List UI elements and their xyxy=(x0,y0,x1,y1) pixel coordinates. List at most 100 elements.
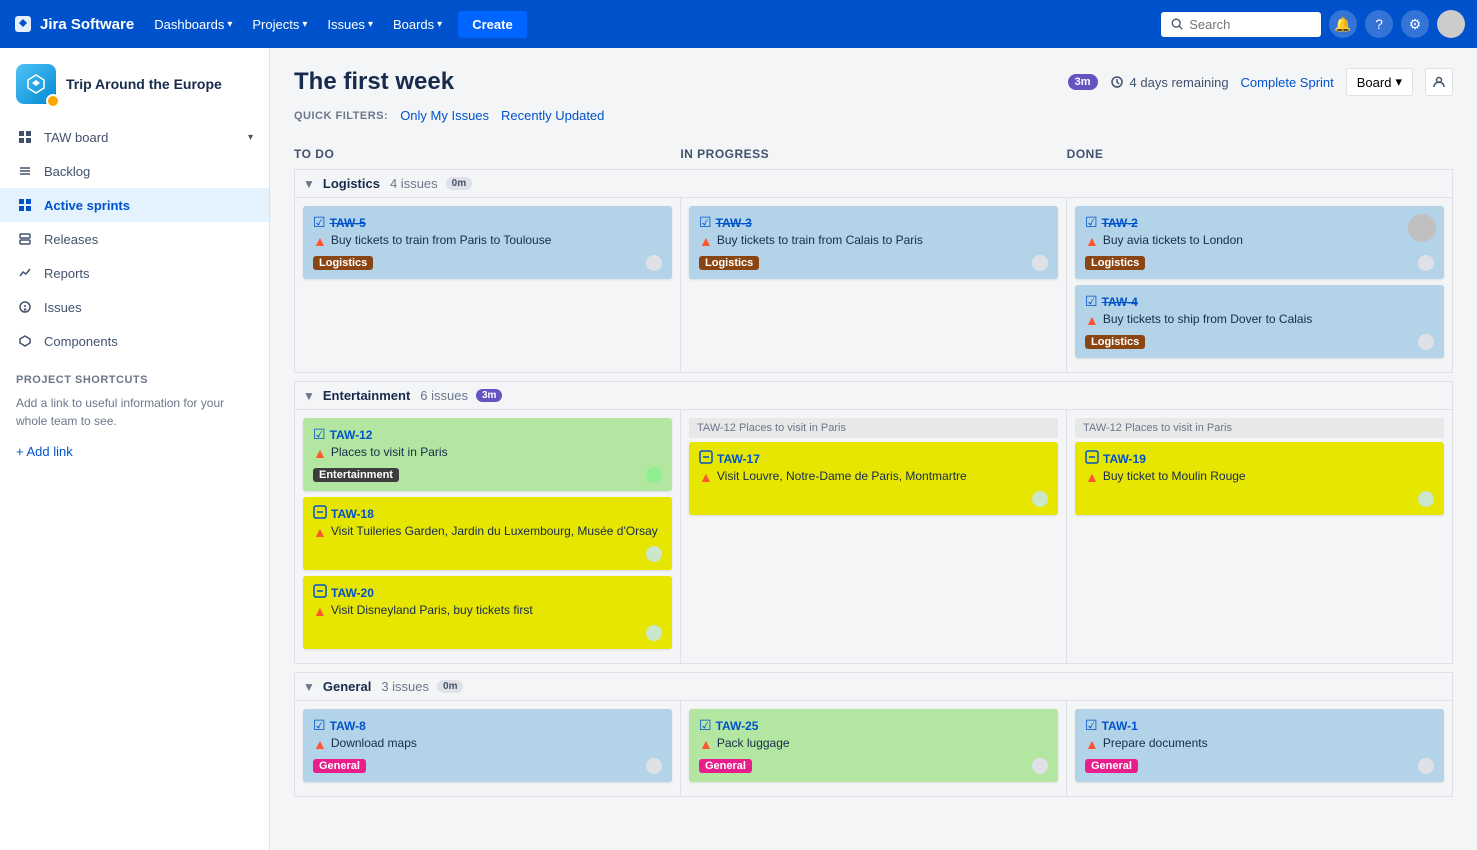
card-label-taw8: General xyxy=(313,759,366,773)
card-dot-taw8 xyxy=(646,758,662,774)
logo-text: Jira Software xyxy=(40,16,134,33)
priority-icon-taw2: ▲ xyxy=(1085,233,1099,249)
card-title-taw1: ▲ Prepare documents xyxy=(1085,736,1434,752)
card-id-taw1: TAW-1 xyxy=(1102,719,1138,733)
logistics-done-cell: ☑ TAW-2 ▲ Buy avia tickets to London Log… xyxy=(1066,198,1452,372)
card-id-taw20: TAW-20 xyxy=(331,586,374,600)
board-dropdown-button[interactable]: Board ▾ xyxy=(1346,68,1413,96)
issues-caret: ▾ xyxy=(368,19,373,30)
card-label-taw2: Logistics xyxy=(1085,256,1145,270)
main-content: The first week 3m 4 days remaining Compl… xyxy=(270,48,1477,850)
add-link-button[interactable]: + Add link xyxy=(0,438,269,465)
swimlane-row-general: ☑ TAW-8 ▲ Download maps General xyxy=(294,701,1453,797)
card-id-taw3: TAW-3 xyxy=(716,216,752,230)
sidebar-item-components[interactable]: Components xyxy=(0,324,269,358)
help-icon[interactable]: ? xyxy=(1365,10,1393,38)
sidebar-item-issues[interactable]: Issues xyxy=(0,290,269,324)
swimlane-entertainment: ▼ Entertainment 6 issues 3m ☑ TAW-12 ▲ xyxy=(294,381,1453,664)
user-filter-button[interactable] xyxy=(1425,68,1453,96)
swimlane-toggle-entertainment: ▼ xyxy=(303,389,315,403)
priority-icon-taw19: ▲ xyxy=(1085,469,1099,485)
notifications-icon[interactable]: 🔔 xyxy=(1329,10,1357,38)
create-button[interactable]: Create xyxy=(458,11,526,38)
swimlane-time-logistics: 0m xyxy=(446,177,472,190)
complete-sprint-button[interactable]: Complete Sprint xyxy=(1241,75,1334,90)
card-taw8[interactable]: ☑ TAW-8 ▲ Download maps General xyxy=(303,709,672,782)
sidebar-item-releases[interactable]: Releases xyxy=(0,222,269,256)
card-taw25[interactable]: ☑ TAW-25 ▲ Pack luggage General xyxy=(689,709,1058,782)
swimlane-count-entertainment: 6 issues xyxy=(420,388,468,403)
card-footer-taw8: General xyxy=(313,758,662,774)
projects-menu[interactable]: Projects ▾ xyxy=(244,11,315,38)
issues-menu[interactable]: Issues ▾ xyxy=(319,11,381,38)
checkbox-icon-taw1: ☑ xyxy=(1085,717,1098,734)
card-taw1[interactable]: ☑ TAW-1 ▲ Prepare documents General xyxy=(1075,709,1444,782)
sidebar-item-taw-board[interactable]: TAW board ▾ xyxy=(0,120,269,154)
swimlane-row-logistics: ☑ TAW-5 ▲ Buy tickets to train from Pari… xyxy=(294,198,1453,373)
board-dropdown-caret: ▾ xyxy=(1395,74,1402,90)
user-avatar-taw2 xyxy=(1408,214,1436,242)
card-taw4[interactable]: ☑ TAW-4 ▲ Buy tickets to ship from Dover… xyxy=(1075,285,1444,358)
column-todo: To Do xyxy=(294,139,680,169)
card-taw2[interactable]: ☑ TAW-2 ▲ Buy avia tickets to London Log… xyxy=(1075,206,1444,279)
card-dot-taw5 xyxy=(646,255,662,271)
card-label-taw12: Entertainment xyxy=(313,468,399,482)
priority-icon-taw25: ▲ xyxy=(699,736,713,752)
board-header: The first week 3m 4 days remaining Compl… xyxy=(294,68,1453,96)
swimlane-count-general: 3 issues xyxy=(381,679,429,694)
sidebar-item-active-sprints[interactable]: Active sprints xyxy=(0,188,269,222)
grid-icon xyxy=(16,128,34,146)
priority-icon-taw17: ▲ xyxy=(699,469,713,485)
card-taw5[interactable]: ☑ TAW-5 ▲ Buy tickets to train from Pari… xyxy=(303,206,672,279)
card-footer-taw2: Logistics xyxy=(1085,255,1434,271)
project-name: Trip Around the Europe xyxy=(66,75,222,93)
sprint-badge: 3m xyxy=(1068,74,1098,90)
topnav-right: 🔔 ? ⚙ xyxy=(1161,10,1465,38)
card-taw18[interactable]: TAW-18 ▲ Visit Tuileries Garden, Jardin … xyxy=(303,497,672,570)
swimlane-toggle-general: ▼ xyxy=(303,680,315,694)
swimlane-header-logistics[interactable]: ▼ Logistics 4 issues 0m xyxy=(294,169,1453,198)
card-footer-taw19 xyxy=(1085,491,1434,507)
user-avatar[interactable] xyxy=(1437,10,1465,38)
card-label-taw1: General xyxy=(1085,759,1138,773)
search-input[interactable] xyxy=(1189,17,1311,32)
swimlane-logistics: ▼ Logistics 4 issues 0m ☑ TAW-5 ▲ Buy xyxy=(294,169,1453,373)
card-taw19[interactable]: TAW-19 ▲ Buy ticket to Moulin Rouge xyxy=(1075,442,1444,515)
search-box[interactable] xyxy=(1161,12,1321,37)
card-dot-taw1 xyxy=(1418,758,1434,774)
dashboards-menu[interactable]: Dashboards ▾ xyxy=(146,11,240,38)
card-title-taw17: ▲ Visit Louvre, Notre-Dame de Paris, Mon… xyxy=(699,469,1048,485)
card-dot-taw19 xyxy=(1418,491,1434,507)
parent-header-taw19: TAW-12 Places to visit in Paris xyxy=(1075,418,1444,438)
sidebar-item-reports[interactable]: Reports xyxy=(0,256,269,290)
card-taw3[interactable]: ☑ TAW-3 ▲ Buy tickets to train from Cala… xyxy=(689,206,1058,279)
card-taw12[interactable]: ☑ TAW-12 ▲ Places to visit in Paris Ente… xyxy=(303,418,672,491)
swimlane-header-general[interactable]: ▼ General 3 issues 0m xyxy=(294,672,1453,701)
card-id-taw25: TAW-25 xyxy=(716,719,759,733)
parent-header-taw17: TAW-12 Places to visit in Paris xyxy=(689,418,1058,438)
card-footer-taw17 xyxy=(699,491,1048,507)
swimlane-time-entertainment: 3m xyxy=(476,389,502,402)
priority-icon-taw20: ▲ xyxy=(313,603,327,619)
card-taw17[interactable]: TAW-17 ▲ Visit Louvre, Notre-Dame de Par… xyxy=(689,442,1058,515)
card-taw20[interactable]: TAW-20 ▲ Visit Disneyland Paris, buy tic… xyxy=(303,576,672,649)
filter-only-my-issues[interactable]: Only My Issues xyxy=(400,108,489,123)
checkbox-icon-taw8: ☑ xyxy=(313,717,326,734)
priority-icon-taw4: ▲ xyxy=(1085,312,1099,328)
card-id-taw12: TAW-12 xyxy=(330,428,373,442)
logo[interactable]: Jira Software xyxy=(12,13,134,35)
sidebar-item-backlog[interactable]: Backlog xyxy=(0,154,269,188)
task-icon-taw19 xyxy=(1085,450,1099,467)
issues-icon xyxy=(16,298,34,316)
filter-recently-updated[interactable]: Recently Updated xyxy=(501,108,604,123)
col-header-inprogress: In Progress xyxy=(680,139,1066,169)
general-inprogress-cell: ☑ TAW-25 ▲ Pack luggage General xyxy=(680,701,1066,796)
card-title-taw3: ▲ Buy tickets to train from Calais to Pa… xyxy=(699,233,1048,249)
card-id-taw8: TAW-8 xyxy=(330,719,366,733)
checkbox-icon-taw12: ☑ xyxy=(313,426,326,443)
swimlane-row-entertainment: ☑ TAW-12 ▲ Places to visit in Paris Ente… xyxy=(294,410,1453,664)
settings-icon[interactable]: ⚙ xyxy=(1401,10,1429,38)
swimlane-header-entertainment[interactable]: ▼ Entertainment 6 issues 3m xyxy=(294,381,1453,410)
boards-menu[interactable]: Boards ▾ xyxy=(385,11,450,38)
card-footer-taw5: Logistics xyxy=(313,255,662,271)
